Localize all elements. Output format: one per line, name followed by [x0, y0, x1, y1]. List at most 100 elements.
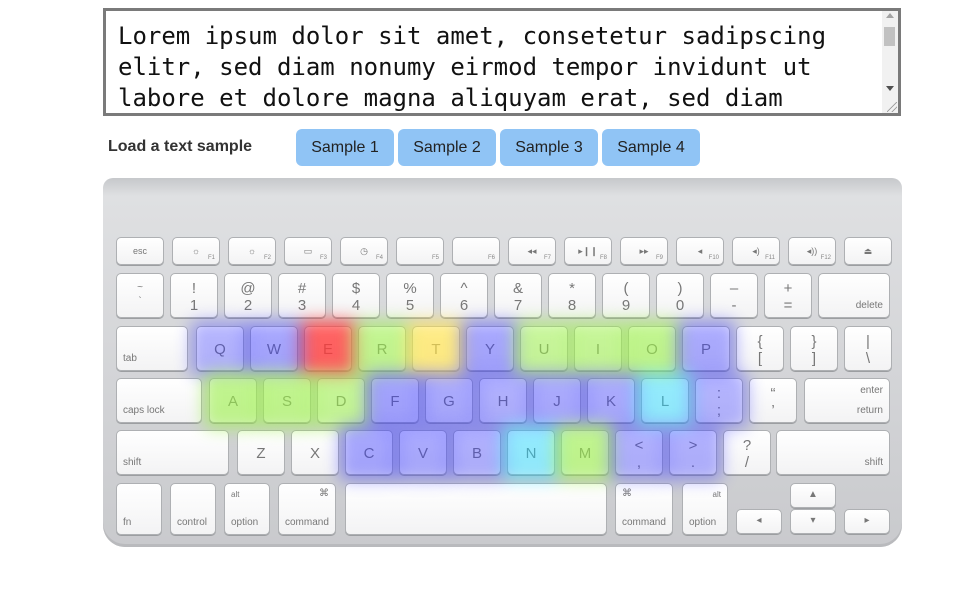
text-input-area[interactable]: Lorem ipsum dolor sit amet, consetetur s…	[103, 8, 901, 116]
function-key-label: F9	[655, 255, 663, 261]
key-label: alt	[712, 490, 721, 499]
function-key: ▭ F3	[284, 237, 332, 265]
function-key-label: F3	[319, 255, 327, 261]
key-label: T	[431, 341, 441, 358]
key-label: 7	[513, 297, 523, 314]
key--: – -	[710, 273, 758, 318]
key-label: @	[240, 280, 256, 297]
key-g: G	[425, 378, 473, 423]
key-label: =	[783, 297, 793, 314]
sample-2-button[interactable]: Sample 2	[398, 129, 496, 166]
key-label: L	[660, 393, 670, 410]
key-label: 9	[621, 297, 631, 314]
key-label: -	[731, 297, 737, 314]
key-right-shift: shift	[776, 430, 890, 475]
key-v: V	[399, 430, 447, 475]
key-label: O	[646, 341, 658, 358]
key-label: $	[351, 280, 361, 297]
key-label: ^	[460, 280, 468, 297]
key-left-shift: shift	[116, 430, 229, 475]
key-s: S	[263, 378, 311, 423]
key-label: U	[538, 341, 550, 358]
key-arrow-down: ▾	[790, 509, 836, 534]
key-caps-lock: caps lock	[116, 378, 202, 423]
key-3: #3	[278, 273, 326, 318]
function-key: F6	[452, 237, 500, 265]
key-punct: “’	[749, 378, 797, 423]
vertical-scrollbar[interactable]	[882, 11, 898, 113]
key-label: delete	[855, 300, 883, 311]
key-label: N	[525, 445, 537, 462]
key-label: 1	[189, 297, 199, 314]
key-backtick: ~ `	[116, 273, 164, 318]
key-label: command	[285, 517, 329, 528]
key-label: !	[191, 280, 197, 297]
key-b: B	[453, 430, 501, 475]
resize-handle-icon[interactable]	[887, 102, 897, 112]
key-8: * 8	[548, 273, 596, 318]
function-key-label: F7	[543, 255, 551, 261]
key-label: W	[266, 341, 282, 358]
sample-4-button[interactable]: Sample 4	[602, 129, 700, 166]
key-label: “	[770, 385, 776, 402]
sample-1-button[interactable]: Sample 1	[296, 129, 394, 166]
function-key-icon: ⏏	[863, 246, 873, 256]
key-label: –	[729, 280, 739, 297]
key-punct: <,	[615, 430, 663, 475]
key-label: |	[866, 333, 870, 350]
key-left-command: ⌘ command	[278, 483, 336, 535]
key-label: {	[757, 333, 763, 350]
key-label: P	[700, 341, 711, 358]
key-label: K	[605, 393, 616, 410]
arrow-down-icon: ▾	[810, 515, 816, 526]
function-key-label: F4	[375, 255, 383, 261]
key-j: J	[533, 378, 581, 423]
key-6: ^ 6	[440, 273, 488, 318]
key-label: .	[690, 454, 696, 471]
key-punct: ? /	[723, 430, 771, 475]
key-left-option: alt option	[224, 483, 270, 535]
key-label: :	[716, 385, 722, 402]
arrow-right-icon: ▸	[864, 515, 870, 526]
key-l: L	[641, 378, 689, 423]
key-space	[345, 483, 607, 535]
function-key-icon: esc	[132, 246, 147, 256]
command-icon: ⌘	[319, 488, 329, 499]
key-label: M	[578, 445, 592, 462]
key-r: R	[358, 326, 406, 371]
key-label: C	[363, 445, 375, 462]
key-label: ]	[811, 350, 817, 367]
key-o: O	[628, 326, 676, 371]
key-h: H	[479, 378, 527, 423]
key-fn: fn	[116, 483, 162, 535]
key-label: `	[138, 296, 142, 307]
function-key: ⏏	[844, 237, 892, 265]
key-w: W	[250, 326, 298, 371]
scroll-down-icon[interactable]	[886, 86, 894, 91]
key-a: A	[209, 378, 257, 423]
key-label: Y	[484, 341, 495, 358]
key-u: U	[520, 326, 568, 371]
function-key-label: F1	[207, 255, 215, 261]
key-tab: tab	[116, 326, 188, 371]
sample-3-button[interactable]: Sample 3	[500, 129, 598, 166]
key-label: I	[595, 341, 601, 358]
key-label: ’	[771, 402, 775, 419]
key-label: 6	[459, 297, 469, 314]
text-content[interactable]: Lorem ipsum dolor sit amet, consetetur s…	[118, 21, 878, 113]
key-label: )	[677, 280, 683, 297]
function-key: esc	[116, 237, 164, 265]
key-label: fn	[123, 517, 132, 528]
key-label: &	[512, 280, 523, 297]
scrollbar-thumb[interactable]	[884, 27, 895, 46]
key-label: enter	[860, 385, 883, 396]
key-label: E	[322, 341, 333, 358]
function-key: ☼ F1	[172, 237, 220, 265]
load-sample-label: Load a text sample	[108, 138, 253, 155]
key-c: C	[345, 430, 393, 475]
key-label: Q	[214, 341, 226, 358]
key-label: 0	[675, 297, 685, 314]
key-label: D	[335, 393, 347, 410]
scroll-up-icon[interactable]	[886, 13, 894, 18]
key-q: Q	[196, 326, 244, 371]
